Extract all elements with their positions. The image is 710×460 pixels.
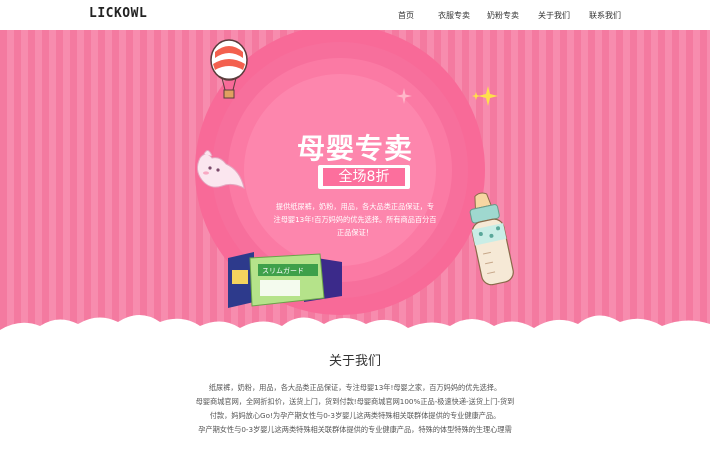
baby-bottle-icon <box>469 192 514 286</box>
about-text-line: 孕产期女性与0-3岁婴儿这两类特殊相关联群体提供的专业健康产品，特殊的体型特殊的… <box>198 425 512 434</box>
promo-badge[interactable]: 全场8折 <box>318 165 410 189</box>
hero-description-line: 提供纸尿裤，奶粉，用品，各大品类正品保证，专 <box>275 202 435 211</box>
sparkle-icon <box>396 88 412 104</box>
cloud-border <box>0 315 710 330</box>
nav-item-about[interactable]: 关于我们 <box>538 10 570 21</box>
nav-item-clothing[interactable]: 衣服专卖 <box>438 10 470 21</box>
nav-item-contact[interactable]: 联系我们 <box>589 10 621 21</box>
promo-label: 全场8折 <box>323 168 405 186</box>
hero-description-line: 正品保证！ <box>337 228 373 237</box>
sparkle-icon <box>472 86 498 106</box>
main-nav: 首页 衣服专卖 奶粉专卖 关于我们 联系我们 <box>0 0 710 30</box>
site-header: LICKOWL 首页 衣服专卖 奶粉专卖 关于我们 联系我们 <box>0 0 710 30</box>
about-text-line: 母婴商城官网，全网折扣价，送货上门，货到付款!母婴商城官网100%正品-极速快递… <box>195 397 515 406</box>
about-section-title: 关于我们 <box>328 354 381 369</box>
hot-air-balloon-icon <box>210 39 248 99</box>
hero-banner: 母婴专卖 全场8折 提供纸尿裤，奶粉，用品，各大品类正品保证，专 注母婴13年!… <box>0 30 710 330</box>
hero-title: 母婴专卖 <box>296 132 413 165</box>
hero-description: 提供纸尿裤，奶粉，用品，各大品类正品保证，专 注母婴13年!百万妈妈的优先选择。… <box>270 200 440 239</box>
about-text-line: 付款，妈妈放心Go!为孕产期女性与0-3岁婴儿这两类特殊相关联群体提供的专业健康… <box>209 411 501 420</box>
product-box-label: スリムガード <box>262 267 304 275</box>
nav-item-milk-powder[interactable]: 奶粉专卖 <box>487 10 519 21</box>
about-text-line: 纸尿裤，奶粉，用品，各大品类正品保证，专注母婴13年!母婴之家，百万妈妈的优先选… <box>208 383 502 392</box>
nav-item-home[interactable]: 首页 <box>398 10 414 21</box>
hero-description-line: 注母婴13年!百万妈妈的优先选择。所有商品百分百 <box>273 215 437 224</box>
